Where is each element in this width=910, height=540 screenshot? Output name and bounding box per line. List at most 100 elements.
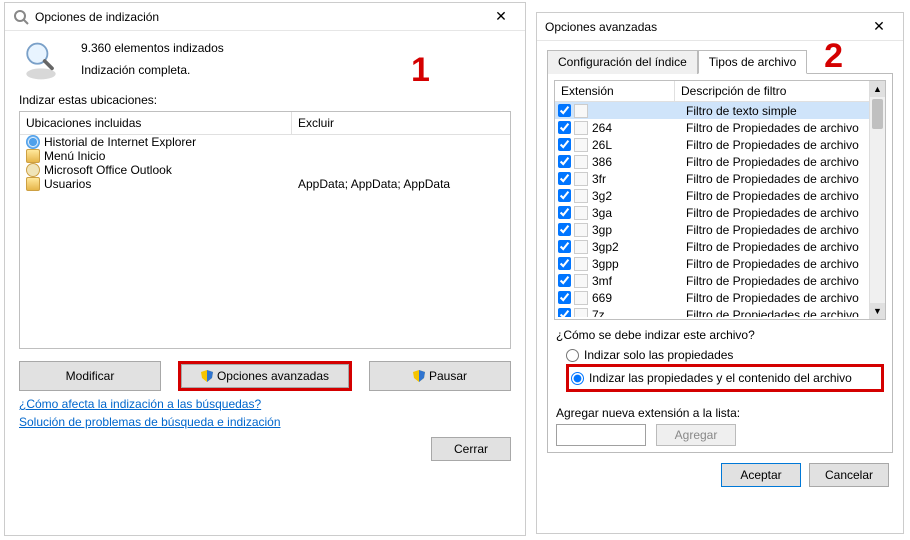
ext-name: 26L bbox=[592, 138, 686, 152]
scroll-up-icon[interactable]: ▲ bbox=[870, 81, 885, 97]
ext-name: 386 bbox=[592, 155, 686, 169]
filetype-icon bbox=[574, 291, 588, 305]
scroll-thumb[interactable] bbox=[872, 99, 883, 129]
location-icon bbox=[26, 149, 40, 163]
close-button[interactable]: Cerrar bbox=[431, 437, 511, 461]
extension-row[interactable]: 3frFiltro de Propiedades de archivo bbox=[555, 170, 885, 187]
ext-checkbox[interactable] bbox=[558, 274, 571, 287]
ext-checkbox[interactable] bbox=[558, 104, 571, 117]
exclude-value bbox=[292, 149, 510, 163]
ext-checkbox[interactable] bbox=[558, 206, 571, 219]
filetype-icon bbox=[574, 240, 588, 254]
ext-desc: Filtro de Propiedades de archivo bbox=[686, 172, 885, 186]
indexed-count: 9.360 elementos indizados bbox=[81, 39, 224, 57]
tab-file-types[interactable]: Tipos de archivo bbox=[698, 50, 808, 74]
col-included[interactable]: Ubicaciones incluidas bbox=[20, 112, 292, 134]
filetype-icon bbox=[574, 308, 588, 318]
col-description[interactable]: Descripción de filtro bbox=[675, 81, 885, 101]
tab-index-settings[interactable]: Configuración del índice bbox=[547, 50, 698, 74]
filetype-icon bbox=[574, 189, 588, 203]
annotation-2: 2 bbox=[824, 37, 843, 76]
pause-button[interactable]: Pausar bbox=[369, 361, 511, 391]
filetype-icon bbox=[574, 172, 588, 186]
advanced-options-button[interactable]: Opciones avanzadas bbox=[181, 364, 349, 388]
ext-checkbox[interactable] bbox=[558, 223, 571, 236]
ext-checkbox[interactable] bbox=[558, 240, 571, 253]
ext-name: 669 bbox=[592, 291, 686, 305]
ext-checkbox[interactable] bbox=[558, 308, 571, 317]
ext-desc: Filtro de Propiedades de archivo bbox=[686, 291, 885, 305]
troubleshoot-link[interactable]: Solución de problemas de búsqueda e indi… bbox=[5, 413, 525, 431]
ext-desc: Filtro de Propiedades de archivo bbox=[686, 308, 885, 318]
ext-checkbox[interactable] bbox=[558, 155, 571, 168]
ext-checkbox[interactable] bbox=[558, 189, 571, 202]
close-icon[interactable]: ✕ bbox=[481, 8, 521, 25]
ext-desc: Filtro de texto simple bbox=[686, 104, 885, 118]
filetype-icon bbox=[574, 274, 588, 288]
radio-properties-only[interactable]: Indizar solo las propiedades bbox=[566, 348, 884, 362]
ok-button[interactable]: Aceptar bbox=[721, 463, 801, 487]
exclude-value bbox=[292, 135, 510, 149]
extension-row[interactable]: 264Filtro de Propiedades de archivo bbox=[555, 119, 885, 136]
ext-name: 7z bbox=[592, 308, 686, 318]
location-label: Microsoft Office Outlook bbox=[44, 163, 172, 177]
radio-properties-and-content[interactable]: Indizar las propiedades y el contenido d… bbox=[571, 371, 879, 385]
extension-row[interactable]: 26LFiltro de Propiedades de archivo bbox=[555, 136, 885, 153]
modify-button[interactable]: Modificar bbox=[19, 361, 161, 391]
ext-checkbox[interactable] bbox=[558, 257, 571, 270]
ext-checkbox[interactable] bbox=[558, 172, 571, 185]
add-extension-label: Agregar nueva extensión a la lista: bbox=[556, 406, 886, 420]
ext-name: 3mf bbox=[592, 274, 686, 288]
filetype-icon bbox=[574, 223, 588, 237]
ext-name: 3gpp bbox=[592, 257, 686, 271]
uac-shield-icon bbox=[413, 370, 425, 382]
exclude-value bbox=[292, 163, 510, 177]
extension-row[interactable]: 669Filtro de Propiedades de archivo bbox=[555, 289, 885, 306]
location-label: Historial de Internet Explorer bbox=[44, 135, 196, 149]
filetype-icon bbox=[574, 206, 588, 220]
ext-name: 264 bbox=[592, 121, 686, 135]
extension-row[interactable]: 7zFiltro de Propiedades de archivo bbox=[555, 306, 885, 317]
extension-row[interactable]: 3mfFiltro de Propiedades de archivo bbox=[555, 272, 885, 289]
extension-row[interactable]: 3gpFiltro de Propiedades de archivo bbox=[555, 221, 885, 238]
cancel-button[interactable]: Cancelar bbox=[809, 463, 889, 487]
titlebar: Opciones de indización ✕ bbox=[5, 3, 525, 31]
uac-shield-icon bbox=[201, 370, 213, 382]
scrollbar[interactable]: ▲ ▼ bbox=[869, 81, 885, 319]
index-status: Indización completa. bbox=[81, 61, 224, 79]
extension-row[interactable]: Filtro de texto simple bbox=[555, 102, 885, 119]
extension-row[interactable]: 3gaFiltro de Propiedades de archivo bbox=[555, 204, 885, 221]
col-extension[interactable]: Extensión bbox=[555, 81, 675, 101]
extension-row[interactable]: 386Filtro de Propiedades de archivo bbox=[555, 153, 885, 170]
ext-desc: Filtro de Propiedades de archivo bbox=[686, 189, 885, 203]
add-button[interactable]: Agregar bbox=[656, 424, 736, 446]
new-extension-input[interactable] bbox=[556, 424, 646, 446]
extension-row[interactable]: 3gp2Filtro de Propiedades de archivo bbox=[555, 238, 885, 255]
filetype-icon bbox=[574, 155, 588, 169]
locations-list: Ubicaciones incluidas Excluir Historial … bbox=[19, 111, 511, 349]
extension-row[interactable]: 3gppFiltro de Propiedades de archivo bbox=[555, 255, 885, 272]
location-row[interactable]: Microsoft Office Outlook bbox=[20, 163, 510, 177]
ext-checkbox[interactable] bbox=[558, 291, 571, 304]
ext-desc: Filtro de Propiedades de archivo bbox=[686, 240, 885, 254]
col-exclude[interactable]: Excluir bbox=[292, 112, 510, 134]
help-link-indexing[interactable]: ¿Cómo afecta la indización a las búsqued… bbox=[5, 395, 525, 413]
ext-desc: Filtro de Propiedades de archivo bbox=[686, 223, 885, 237]
location-row[interactable]: Menú Inicio bbox=[20, 149, 510, 163]
dialog-title: Opciones avanzadas bbox=[545, 20, 657, 34]
titlebar: Opciones avanzadas ✕ bbox=[537, 13, 903, 41]
ext-desc: Filtro de Propiedades de archivo bbox=[686, 274, 885, 288]
search-options-icon bbox=[13, 9, 29, 25]
ext-checkbox[interactable] bbox=[558, 121, 571, 134]
close-icon[interactable]: ✕ bbox=[859, 18, 899, 35]
magnifier-icon bbox=[19, 39, 63, 83]
indexing-options-dialog: Opciones de indización ✕ 9.360 elementos… bbox=[4, 2, 526, 536]
ext-desc: Filtro de Propiedades de archivo bbox=[686, 257, 885, 271]
scroll-down-icon[interactable]: ▼ bbox=[870, 303, 885, 319]
location-row[interactable]: Historial de Internet Explorer bbox=[20, 135, 510, 149]
extension-row[interactable]: 3g2Filtro de Propiedades de archivo bbox=[555, 187, 885, 204]
location-row[interactable]: UsuariosAppData; AppData; AppData bbox=[20, 177, 510, 191]
ext-checkbox[interactable] bbox=[558, 138, 571, 151]
location-label: Menú Inicio bbox=[44, 149, 105, 163]
ext-name: 3ga bbox=[592, 206, 686, 220]
